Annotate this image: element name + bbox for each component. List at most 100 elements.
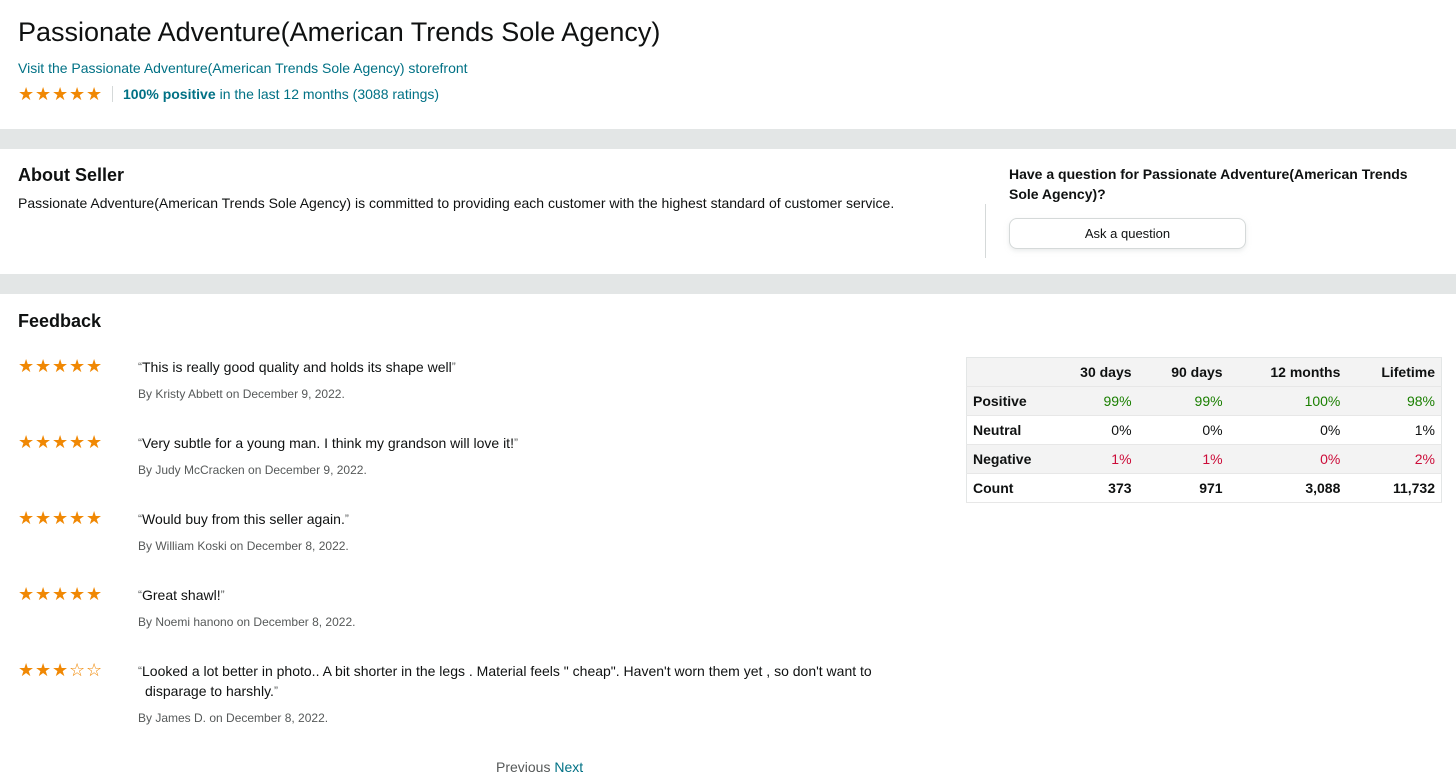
star-full-icon: ★ — [86, 584, 103, 604]
review-text: “Very subtle for a young man. I think my… — [138, 433, 918, 453]
about-seller-heading: About Seller — [18, 165, 125, 185]
star-full-icon: ★ — [86, 356, 103, 376]
section-divider — [0, 274, 1456, 294]
rating-summary-link[interactable]: in the last 12 months (3088 ratings) — [220, 84, 439, 104]
column-header: 12 months — [1228, 357, 1347, 387]
review-body: “This is really good quality and holds i… — [138, 357, 918, 402]
star-full-icon: ★ — [18, 356, 35, 376]
star-full-icon: ★ — [18, 584, 35, 604]
review-stars: ★ ★ ★ ★ ★ — [18, 357, 102, 375]
seller-header: Passionate Adventure(American Trends Sol… — [18, 14, 1436, 104]
review-text-content: Looked a lot better in photo.. A bit sho… — [142, 663, 872, 699]
table-corner-header — [966, 357, 1047, 387]
table-cell: 2% — [1346, 444, 1442, 474]
star-full-icon: ★ — [52, 660, 69, 680]
previous-page-button: Previous — [496, 759, 551, 775]
review-text: “Looked a lot better in photo.. A bit sh… — [138, 661, 918, 701]
row-label: Negative — [966, 444, 1047, 474]
star-empty-icon: ☆ — [86, 660, 103, 680]
close-quote-icon: ” — [513, 436, 518, 450]
column-header: 90 days — [1137, 357, 1229, 387]
feedback-stats-table: 30 days 90 days 12 months Lifetime Posit… — [966, 357, 1442, 503]
star-full-icon: ★ — [52, 584, 69, 604]
table-cell: 100% — [1228, 386, 1347, 416]
table-row-neutral: Neutral 0% 0% 0% 1% — [966, 415, 1442, 445]
feedback-pagination: Previous Next — [496, 757, 583, 776]
star-full-icon: ★ — [18, 84, 35, 104]
row-label: Count — [966, 473, 1047, 503]
star-full-icon: ★ — [69, 356, 86, 376]
review-author: By Noemi hanono on December 8, 2022. — [138, 615, 356, 629]
star-full-icon: ★ — [35, 508, 52, 528]
star-full-icon: ★ — [35, 356, 52, 376]
table-cell: 99% — [1046, 386, 1138, 416]
table-cell: 98% — [1346, 386, 1442, 416]
row-label: Positive — [966, 386, 1047, 416]
table-cell: 99% — [1137, 386, 1229, 416]
close-quote-icon: ” — [220, 588, 225, 602]
review-body: “Great shawl!” By Noemi hanono on Decemb… — [138, 585, 918, 630]
table-cell: 0% — [1228, 444, 1347, 474]
star-full-icon: ★ — [35, 584, 52, 604]
star-full-icon: ★ — [18, 432, 35, 452]
review-text: “Would buy from this seller again.” — [138, 509, 918, 529]
storefront-link[interactable]: Visit the Passionate Adventure(American … — [18, 58, 1436, 78]
star-full-icon: ★ — [86, 432, 103, 452]
review-text-content: Very subtle for a young man. I think my … — [142, 435, 514, 451]
table-cell: 1% — [1346, 415, 1442, 445]
close-quote-icon: ” — [273, 684, 278, 698]
star-full-icon: ★ — [69, 432, 86, 452]
review-body: “Looked a lot better in photo.. A bit sh… — [138, 661, 918, 726]
review-stars: ★ ★ ★ ☆ ☆ — [18, 661, 102, 679]
star-full-icon: ★ — [52, 84, 69, 104]
table-cell: 0% — [1228, 415, 1347, 445]
seller-rating: ★ ★ ★ ★ ★ 100% positive in the last 12 month… — [18, 84, 1436, 104]
review-author: By Kristy Abbett on December 9, 2022. — [138, 387, 345, 401]
review-author: By Judy McCracken on December 9, 2022. — [138, 463, 367, 477]
star-full-icon: ★ — [35, 660, 52, 680]
table-cell: 11,732 — [1346, 473, 1442, 503]
ask-question-button[interactable]: Ask a question — [1009, 218, 1246, 249]
star-full-icon: ★ — [69, 84, 86, 104]
review-stars: ★ ★ ★ ★ ★ — [18, 585, 102, 603]
review-author: By William Koski on December 8, 2022. — [138, 539, 349, 553]
table-cell: 1% — [1046, 444, 1138, 474]
page-title: Passionate Adventure(American Trends Sol… — [18, 17, 661, 47]
next-page-button[interactable]: Next — [554, 759, 583, 775]
review-body: “Very subtle for a young man. I think my… — [138, 433, 918, 478]
close-quote-icon: ” — [344, 512, 349, 526]
table-cell: 1% — [1137, 444, 1229, 474]
close-quote-icon: ” — [451, 360, 456, 374]
seller-rating-stars: ★ ★ ★ ★ ★ — [18, 85, 102, 103]
table-cell: 373 — [1046, 473, 1138, 503]
vertical-divider — [985, 204, 986, 258]
star-full-icon: ★ — [18, 508, 35, 528]
star-full-icon: ★ — [86, 508, 103, 528]
star-full-icon: ★ — [86, 84, 103, 104]
column-header: Lifetime — [1346, 357, 1442, 387]
table-cell: 3,088 — [1228, 473, 1347, 503]
star-full-icon: ★ — [69, 508, 86, 528]
positive-percentage-link[interactable]: 100% positive — [123, 84, 216, 104]
review-text: “Great shawl!” — [138, 585, 918, 605]
row-label: Neutral — [966, 415, 1047, 445]
about-seller-text: Passionate Adventure(American Trends Sol… — [18, 195, 895, 211]
star-full-icon: ★ — [35, 432, 52, 452]
divider — [112, 86, 113, 102]
review-text-content: Great shawl! — [142, 587, 221, 603]
review-stars: ★ ★ ★ ★ ★ — [18, 433, 102, 451]
star-full-icon: ★ — [52, 432, 69, 452]
star-full-icon: ★ — [52, 356, 69, 376]
star-empty-icon: ☆ — [69, 660, 86, 680]
question-panel: Have a question for Passionate Adventure… — [1009, 164, 1439, 249]
column-header: 30 days — [1046, 357, 1138, 387]
about-seller-section: About Seller Passionate Adventure(Americ… — [18, 163, 948, 213]
table-cell: 0% — [1137, 415, 1229, 445]
section-divider — [0, 129, 1456, 149]
table-row-count: Count 373 971 3,088 11,732 — [966, 473, 1442, 503]
review-text-content: This is really good quality and holds it… — [142, 359, 452, 375]
feedback-heading: Feedback — [18, 311, 102, 331]
review-body: “Would buy from this seller again.” By W… — [138, 509, 918, 554]
review-text-content: Would buy from this seller again. — [142, 511, 345, 527]
star-full-icon: ★ — [52, 508, 69, 528]
